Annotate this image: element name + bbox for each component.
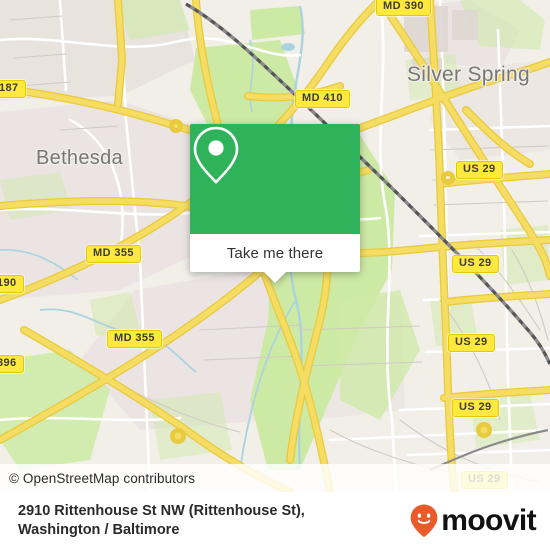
highway-shield-396: 396 (0, 355, 24, 373)
place-label-bethesda: Bethesda (36, 147, 123, 169)
map-canvas[interactable]: .park { fill:#cdeaa5; } .park2 { fill:#d… (0, 0, 550, 492)
highway-shield-md-390: MD 390 (376, 0, 431, 16)
address-block: 2910 Rittenhouse St NW (Rittenhouse St),… (18, 502, 305, 540)
highway-shield-187: 187 (0, 80, 26, 98)
place-label-silver-spring: Silver Spring (407, 63, 530, 86)
highway-shield-md-355-1: MD 355 (86, 245, 141, 263)
highway-shield-md-355-2: MD 355 (107, 330, 162, 348)
highway-shield-us-29-4: US 29 (452, 399, 499, 417)
location-callout-card[interactable]: Take me there (190, 124, 360, 283)
map-attribution-bar: © OpenStreetMap contributors (0, 464, 550, 492)
callout-action[interactable]: Take me there (190, 234, 360, 283)
osm-attribution-text[interactable]: © OpenStreetMap contributors (0, 471, 195, 486)
moovit-wordmark: moovit (441, 504, 536, 537)
highway-shield-190: 190 (0, 275, 24, 293)
address-line-2: Washington / Baltimore (18, 522, 180, 538)
highway-shield-us-29-2: US 29 (452, 255, 499, 273)
map-screenshot: .park { fill:#cdeaa5; } .park2 { fill:#d… (0, 0, 550, 550)
highway-shield-us-29-3: US 29 (448, 334, 495, 352)
moovit-smiley-pin-icon (410, 504, 438, 538)
moovit-logo[interactable]: moovit (409, 503, 537, 539)
map-pin-icon (193, 126, 239, 184)
callout-icon-area (190, 124, 360, 234)
take-me-there-label: Take me there (226, 244, 324, 262)
footer-bar: 2910 Rittenhouse St NW (Rittenhouse St),… (0, 492, 550, 550)
callout-pointer (264, 272, 286, 283)
address-line-1: 2910 Rittenhouse St NW (Rittenhouse St), (18, 503, 305, 519)
highway-shield-us-29-1: US 29 (456, 161, 503, 179)
highway-shield-md-410: MD 410 (295, 90, 350, 108)
